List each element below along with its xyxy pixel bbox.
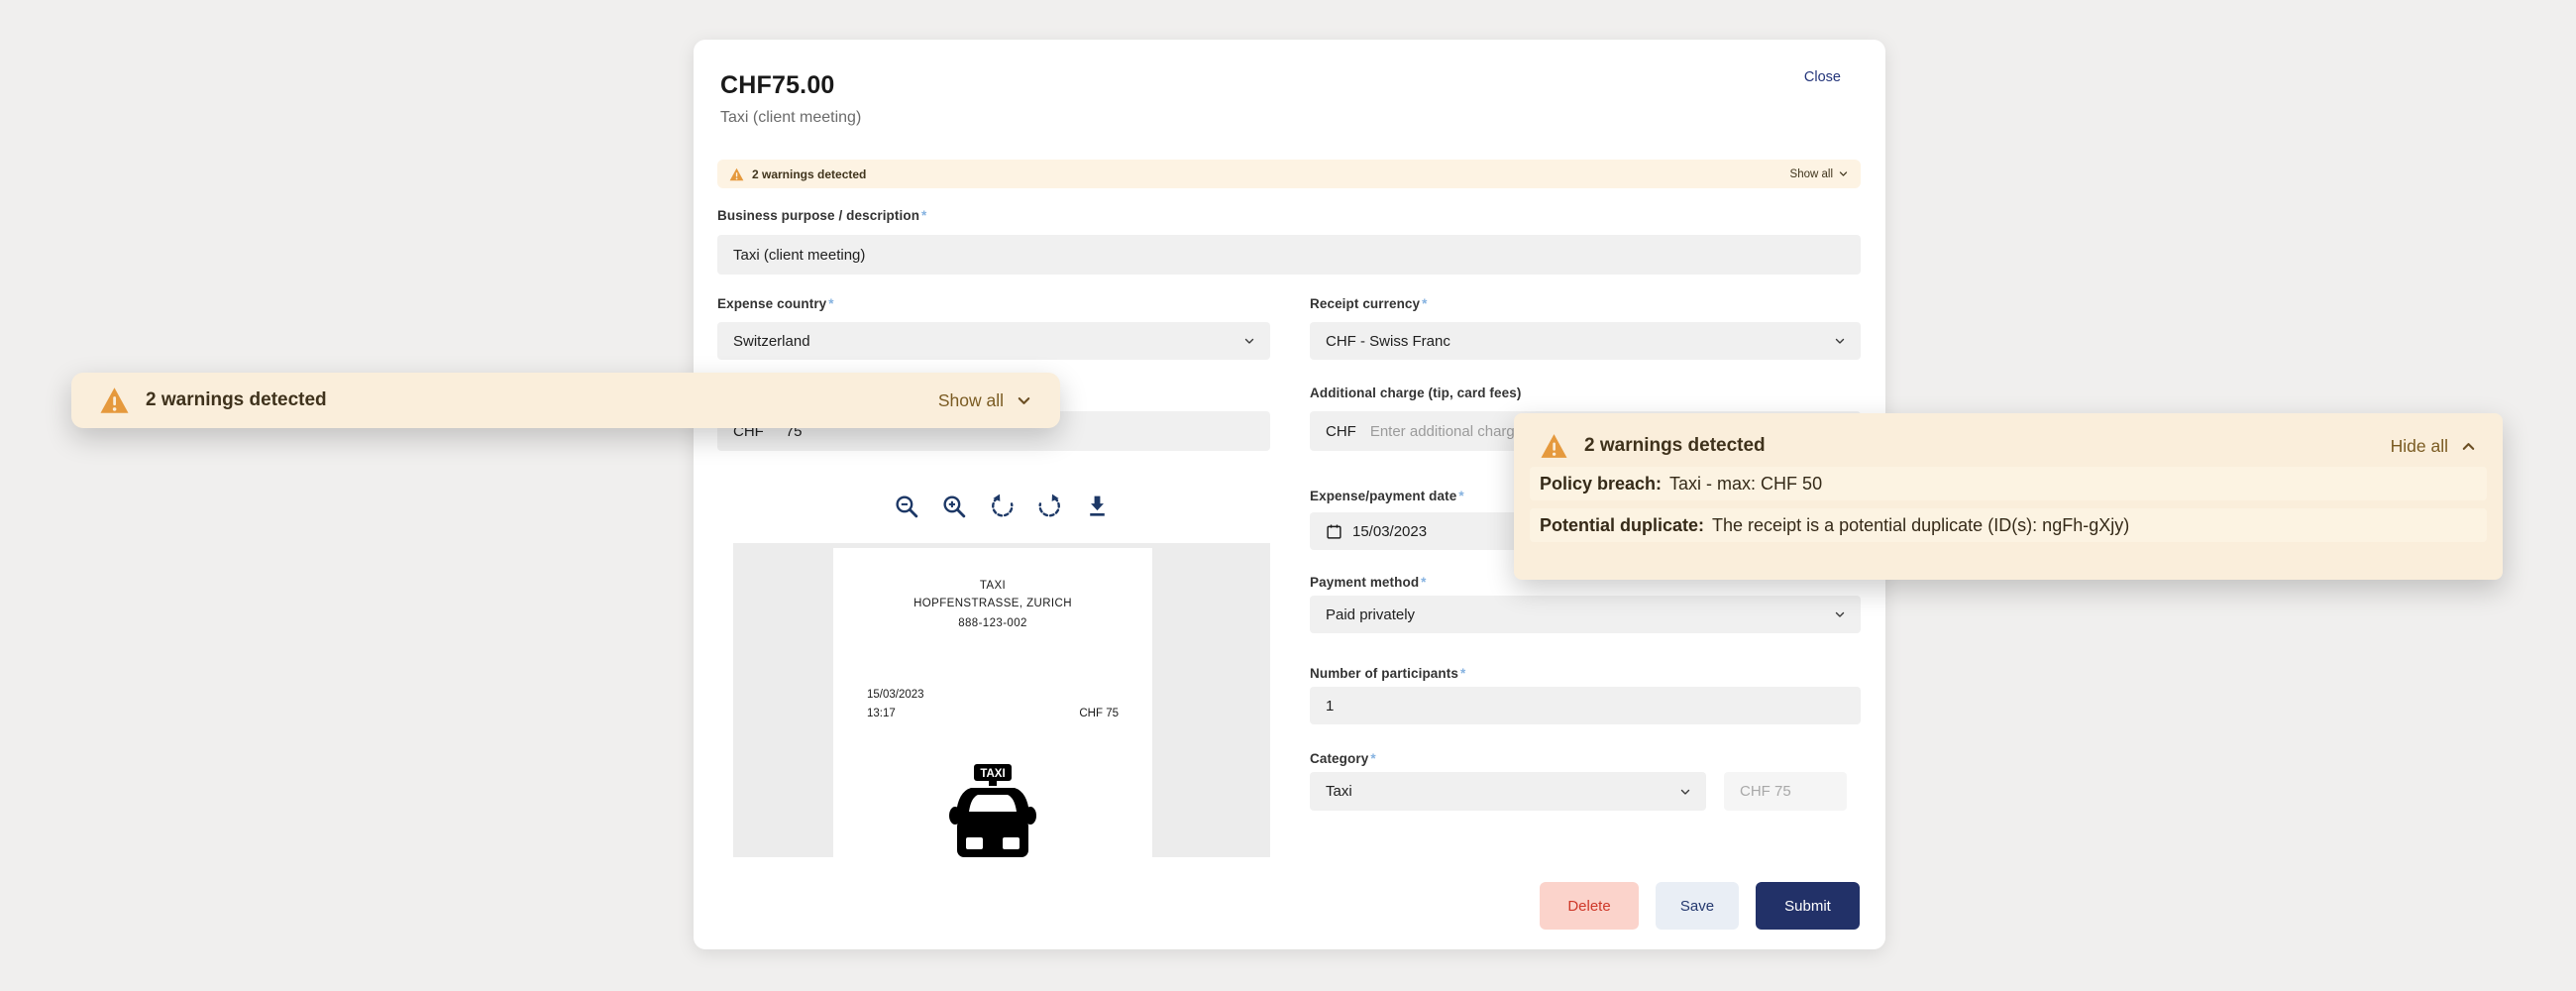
- taxi-icon: TAXI: [943, 762, 1042, 857]
- category-select[interactable]: Taxi: [1310, 772, 1706, 811]
- receipt-image: TAXI HOPFENSTRASSE, ZURICH 888-123-002 1…: [833, 548, 1152, 857]
- receipt-address: HOPFENSTRASSE, ZURICH: [833, 598, 1152, 609]
- calendar-icon: [1326, 523, 1342, 540]
- business-purpose-input[interactable]: Taxi (client meeting): [717, 235, 1861, 275]
- hide-all-button[interactable]: Hide all: [2391, 436, 2477, 457]
- warning-item-potential-duplicate: Potential duplicate: The receipt is a po…: [1530, 508, 2487, 542]
- warning-icon: [729, 167, 744, 181]
- receipt-preview: TAXI HOPFENSTRASSE, ZURICH 888-123-002 1…: [733, 543, 1270, 857]
- warning-icon: [99, 386, 130, 414]
- receipt-total: CHF 75: [1079, 708, 1119, 719]
- category-label: Category*: [1310, 751, 1376, 766]
- download-icon[interactable]: [1084, 494, 1111, 520]
- receipt-time: 13:17: [867, 708, 896, 719]
- chevron-up-icon: [2460, 438, 2477, 455]
- warning-banner-show-all[interactable]: Show all: [1790, 168, 1849, 180]
- chevron-down-icon: [1678, 785, 1692, 799]
- warnings-callout-header: 2 warnings detected Hide all: [1540, 433, 2477, 459]
- show-all-button[interactable]: Show all: [938, 390, 1032, 411]
- receipt-toolbar: [733, 494, 1270, 520]
- receipt-merchant: TAXI: [833, 580, 1152, 592]
- chevron-down-icon: [1833, 334, 1847, 348]
- chevron-down-icon: [1833, 607, 1847, 621]
- payment-method-select[interactable]: Paid privately: [1310, 596, 1861, 633]
- additional-charge-label: Additional charge (tip, card fees): [1310, 385, 1521, 400]
- submit-button[interactable]: Submit: [1756, 882, 1860, 930]
- expense-subtitle: Taxi (client meeting): [720, 109, 861, 127]
- business-purpose-label: Business purpose / description*: [717, 208, 926, 223]
- expense-country-label: Expense country*: [717, 296, 834, 311]
- save-button[interactable]: Save: [1656, 882, 1739, 930]
- payment-method-label: Payment method*: [1310, 575, 1427, 590]
- participants-label: Number of participants*: [1310, 666, 1465, 681]
- chevron-down-icon: [1016, 392, 1032, 409]
- chevron-down-icon: [1242, 334, 1256, 348]
- expense-country-select[interactable]: Switzerland: [717, 322, 1270, 360]
- receipt-date: 15/03/2023: [867, 689, 924, 701]
- receipt-currency-select[interactable]: CHF - Swiss Franc: [1310, 322, 1861, 360]
- warning-item-policy-breach: Policy breach: Taxi - max: CHF 50: [1530, 467, 2487, 500]
- zoom-out-icon[interactable]: [894, 494, 920, 520]
- warning-banner: 2 warnings detected Show all: [717, 160, 1861, 188]
- delete-button[interactable]: Delete: [1540, 882, 1639, 930]
- warnings-callout-expanded: 2 warnings detected Hide all Policy brea…: [1514, 413, 2503, 580]
- warnings-callout-collapsed: 2 warnings detected Show all: [71, 373, 1060, 428]
- receipt-currency-label: Receipt currency*: [1310, 296, 1428, 311]
- chevron-down-icon: [1838, 168, 1849, 179]
- expense-date-label: Expense/payment date*: [1310, 489, 1464, 503]
- warnings-callout-title: 2 warnings detected: [146, 389, 327, 411]
- rotate-left-icon[interactable]: [989, 494, 1016, 520]
- page-title: CHF75.00: [720, 71, 835, 100]
- zoom-in-icon[interactable]: [941, 494, 968, 520]
- warning-icon: [1540, 433, 1568, 459]
- category-amount-chip: CHF 75: [1724, 772, 1847, 811]
- participants-input[interactable]: 1: [1310, 687, 1861, 724]
- close-button[interactable]: Close: [1804, 69, 1841, 85]
- receipt-phone: 888-123-002: [833, 617, 1152, 629]
- svg-text:TAXI: TAXI: [980, 768, 1005, 780]
- rotate-right-icon[interactable]: [1036, 494, 1063, 520]
- page-background: CHF75.00 Taxi (client meeting) Close 2 w…: [0, 0, 2576, 991]
- warning-banner-text: 2 warnings detected: [752, 167, 866, 181]
- warnings-callout-title: 2 warnings detected: [1584, 435, 1766, 457]
